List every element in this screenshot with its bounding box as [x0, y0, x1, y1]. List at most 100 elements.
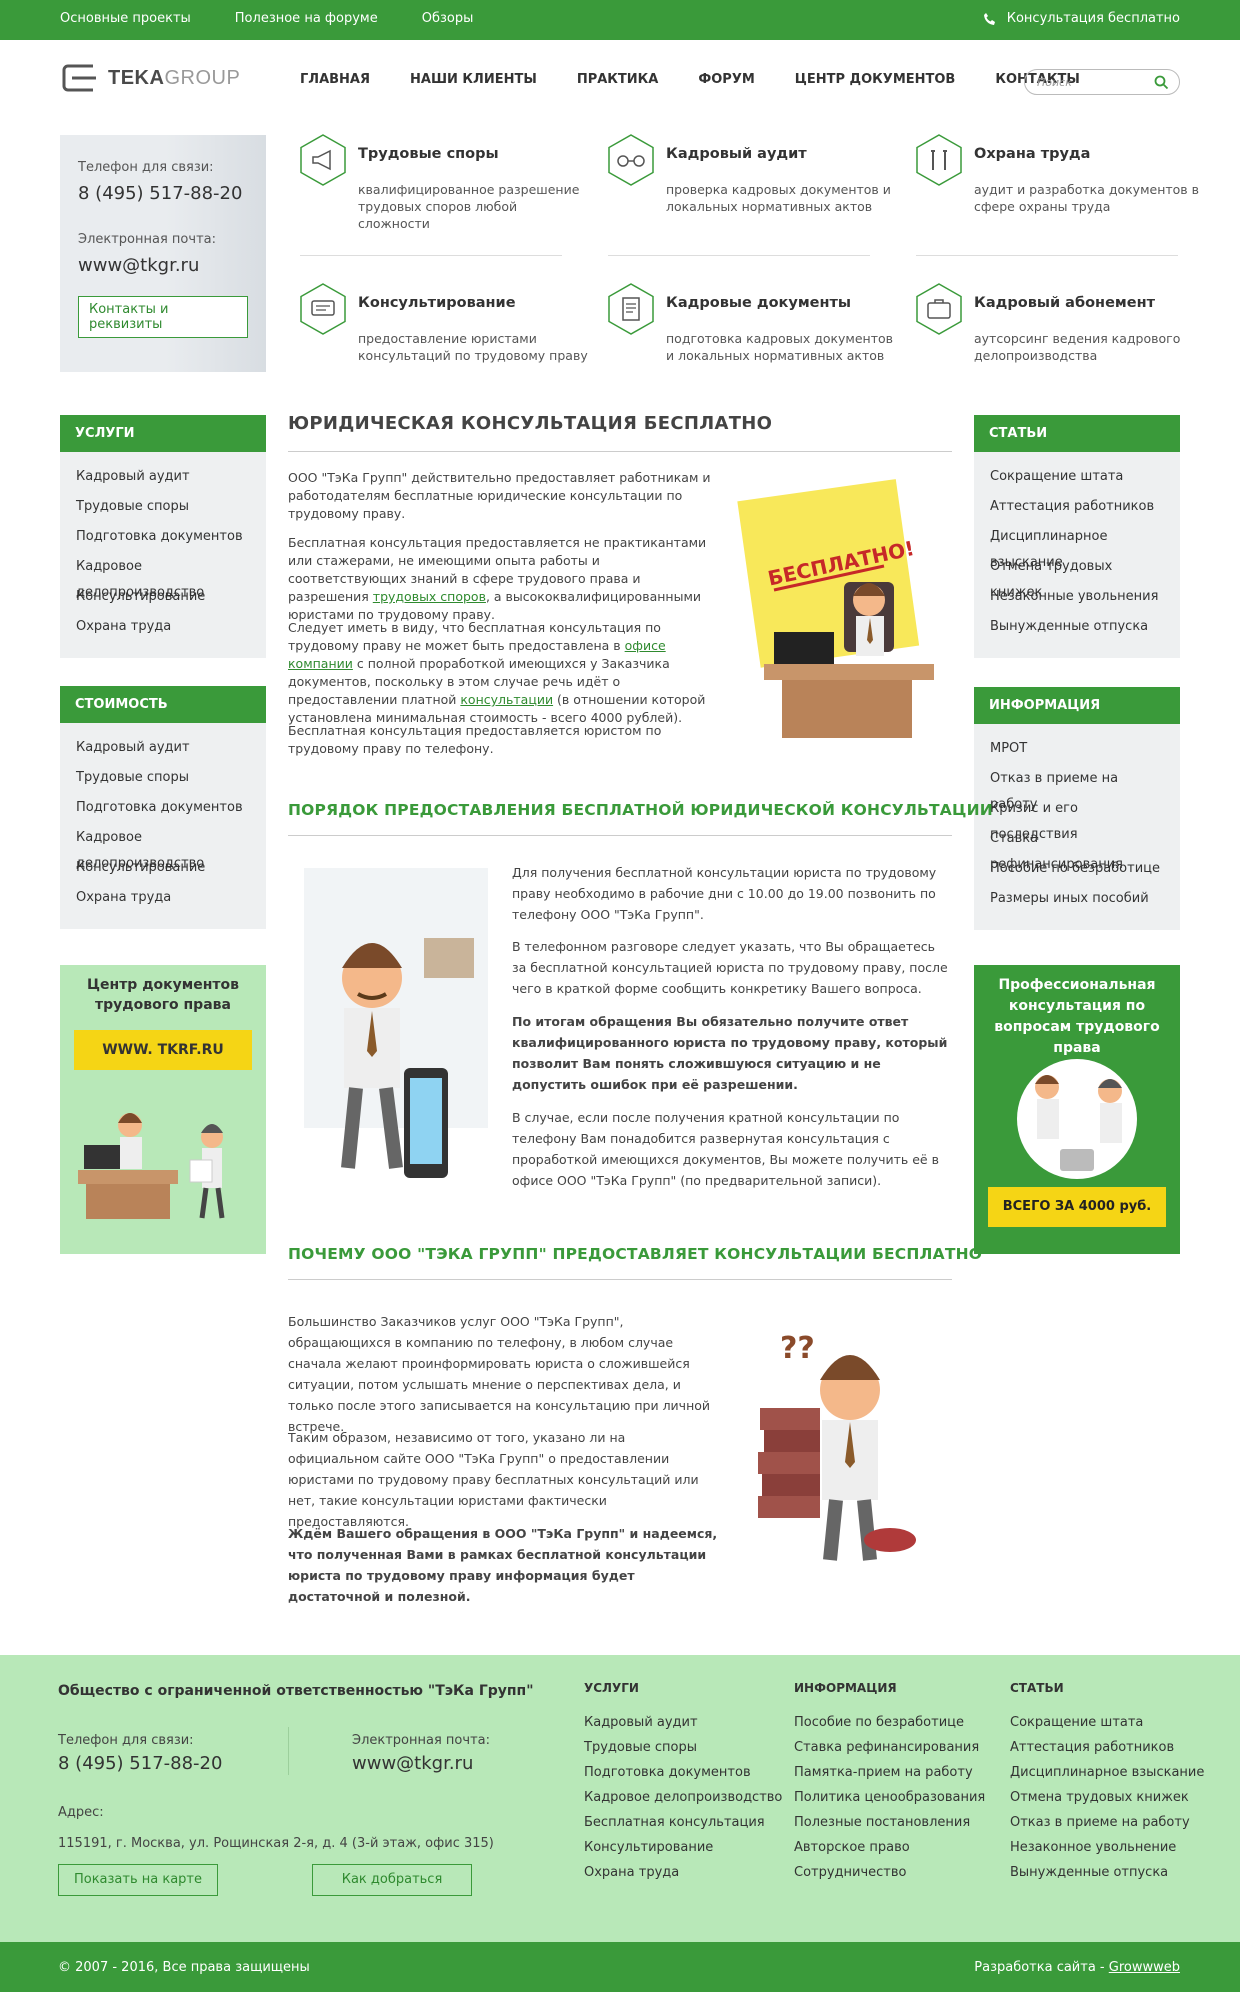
sidebar-item[interactable]: Кадровое делопроизводство [76, 554, 250, 600]
footer-link[interactable]: Отказ в приеме на работу [1010, 1815, 1204, 1840]
footer-link[interactable]: Незаконное увольнение [1010, 1840, 1204, 1865]
top-consult[interactable]: Консультация бесплатно [983, 11, 1180, 26]
footer-col-title: СТАТЬИ [1010, 1681, 1064, 1695]
footer-link[interactable]: Кадровый аудит [584, 1715, 782, 1740]
sidebar-item[interactable]: Охрана труда [76, 614, 250, 644]
consultation-banner[interactable]: Профессиональная консультация по вопроса… [974, 965, 1180, 1254]
footer-link[interactable]: Сотрудничество [794, 1865, 985, 1890]
directions-button[interactable]: Как добраться [312, 1864, 472, 1896]
sidebar-item[interactable]: Консультирование [76, 855, 250, 885]
footer-link[interactable]: Аттестация работников [1010, 1740, 1204, 1765]
labor-disputes-link[interactable]: трудовых споров [373, 589, 486, 604]
contacts-button[interactable]: Контакты и реквизиты [78, 296, 248, 338]
nav-home[interactable]: ГЛАВНАЯ [300, 72, 370, 87]
footer-link[interactable]: Политика ценообразования [794, 1790, 985, 1815]
footer-link[interactable]: Трудовые споры [584, 1740, 782, 1765]
sidebar-item[interactable]: Вынужденные отпуска [990, 614, 1164, 644]
sidebar-item[interactable]: Сокращение штата [990, 464, 1164, 494]
service-desc: подготовка кадровых документов и локальн… [666, 331, 894, 363]
divider [288, 451, 952, 452]
logo[interactable]: TEKAGROUP [60, 62, 240, 94]
section-heading: ПОРЯДОК ПРЕДОСТАВЛЕНИЯ БЕСПЛАТНОЙ ЮРИДИЧ… [288, 801, 993, 819]
divider [288, 1279, 952, 1280]
footer-link[interactable]: Пособие по безработице [794, 1715, 985, 1740]
footer-link[interactable]: Консультирование [584, 1840, 782, 1865]
show-map-button[interactable]: Показать на карте [58, 1864, 218, 1896]
office-illustration [78, 1113, 225, 1219]
footer-link[interactable]: Полезные постановления [794, 1815, 985, 1840]
sidebar-cost: СТОИМОСТЬ Кадровый аудит Трудовые споры … [60, 686, 266, 929]
footer-link[interactable]: Охрана труда [584, 1865, 782, 1890]
docs-center-banner[interactable]: Центр документов трудового права WWW. TK… [60, 965, 266, 1254]
nav-documents[interactable]: ЦЕНТР ДОКУМЕНТОВ [795, 72, 956, 87]
sidebar-item[interactable]: Кризис и его последствия [990, 796, 1164, 842]
sidebar-item[interactable]: Кадровый аудит [76, 464, 250, 494]
contact-phone-label: Телефон для связи: [78, 160, 214, 175]
sidebar-item[interactable]: Трудовые споры [76, 765, 250, 795]
top-links: Основные проекты Полезное на форуме Обзо… [60, 11, 517, 26]
footer-link[interactable]: Сокращение штата [1010, 1715, 1204, 1740]
footer-link[interactable]: Авторское право [794, 1840, 985, 1865]
sidebar-item[interactable]: Кадровое делопроизводство [76, 825, 250, 871]
handshake-illustration [1017, 1059, 1137, 1179]
contact-email[interactable]: www@tkgr.ru [78, 255, 248, 276]
top-link-forum[interactable]: Полезное на форуме [235, 11, 378, 26]
footer-link[interactable]: Памятка-прием на работу [794, 1765, 985, 1790]
footer-link[interactable]: Ставка рефинансирования [794, 1740, 985, 1765]
sidebar-item[interactable]: Аттестация работников [990, 494, 1164, 524]
sidebar-item[interactable]: Кадровый аудит [76, 735, 250, 765]
search-input[interactable]: Поиск [1024, 69, 1180, 95]
sidebar-item[interactable]: Отмена трудовых книжек [990, 554, 1164, 600]
tools-icon [916, 134, 962, 186]
sidebar-articles-title: СТАТЬИ [974, 415, 1180, 452]
footer-email[interactable]: www@tkgr.ru [352, 1753, 473, 1774]
banner-title: Центр документов трудового права [87, 977, 239, 1013]
nav-practice[interactable]: ПРАКТИКА [577, 72, 659, 87]
footer-link[interactable]: Отмена трудовых книжек [1010, 1790, 1204, 1815]
footer-link[interactable]: Вынужденные отпуска [1010, 1865, 1204, 1890]
sidebar-item[interactable]: Трудовые споры [76, 494, 250, 524]
search-placeholder: Поиск [1037, 76, 1072, 89]
service-desc: аудит и разработка документов в сфере ох… [974, 182, 1199, 214]
sidebar-articles: СТАТЬИ Сокращение штата Аттестация работ… [974, 415, 1180, 658]
consultation-link[interactable]: консультации [460, 692, 553, 707]
sidebar-item[interactable]: Отказ в приеме на работу [990, 766, 1164, 812]
sidebar-item[interactable]: Незаконные увольнения [990, 584, 1164, 614]
sidebar-item[interactable]: Пособие по безработице [990, 856, 1164, 886]
service-desc: аутсорсинг ведения кадрового делопроизво… [974, 331, 1181, 363]
footer-phone: 8 (495) 517-88-20 [58, 1753, 223, 1774]
footer-link[interactable]: Кадровое делопроизводство [584, 1790, 782, 1815]
sidebar-item[interactable]: Подготовка документов [76, 795, 250, 825]
header: TEKAGROUP ГЛАВНАЯ НАШИ КЛИЕНТЫ ПРАКТИКА … [0, 40, 1240, 120]
copyright: © 2007 - 2016, Все права защищены [58, 1960, 310, 1975]
sidebar-cost-title: СТОИМОСТЬ [60, 686, 266, 723]
sidebar-services-title: УСЛУГИ [60, 415, 266, 452]
sidebar-item[interactable]: Консультирование [76, 584, 250, 614]
banner-price: ВСЕГО ЗА 4000 руб. [988, 1187, 1166, 1227]
divider [916, 255, 1178, 256]
service-desc: проверка кадровых документов и локальных… [666, 182, 891, 214]
sidebar-item[interactable]: МРОТ [990, 736, 1164, 766]
nav-forum[interactable]: ФОРУМ [698, 72, 754, 87]
sidebar-item[interactable]: Подготовка документов [76, 524, 250, 554]
paragraph-bold: Ждём Вашего обращения в ООО "ТэКа Групп"… [288, 1526, 718, 1604]
developer-link[interactable]: Growwweb [1109, 1960, 1180, 1975]
sidebar-item[interactable]: Размеры иных пособий [990, 886, 1164, 916]
sidebar-item[interactable]: Дисциплинарное взыскание [990, 524, 1164, 570]
nav-clients[interactable]: НАШИ КЛИЕНТЫ [410, 72, 537, 87]
service-title: Кадровый аудит [666, 146, 807, 162]
top-link-reviews[interactable]: Обзоры [422, 11, 474, 26]
paragraph: В телефонном разговоре следует указать, … [512, 939, 948, 996]
footer-link[interactable]: Дисциплинарное взыскание [1010, 1765, 1204, 1790]
footer-link[interactable]: Подготовка документов [584, 1765, 782, 1790]
footer-address-label: Адрес: [58, 1805, 104, 1820]
paragraph: Большинство Заказчиков услуг ООО "ТэКа Г… [288, 1314, 711, 1434]
document-icon [608, 283, 654, 335]
contact-box: Телефон для связи: 8 (495) 517-88-20 Эле… [60, 135, 266, 372]
footer-link[interactable]: Бесплатная консультация [584, 1815, 782, 1840]
divider [288, 1727, 289, 1775]
sidebar-item[interactable]: Охрана труда [76, 885, 250, 915]
paragraph: Для получения бесплатной консультации юр… [512, 865, 937, 922]
top-link-projects[interactable]: Основные проекты [60, 11, 191, 26]
search-icon[interactable] [1154, 75, 1169, 90]
